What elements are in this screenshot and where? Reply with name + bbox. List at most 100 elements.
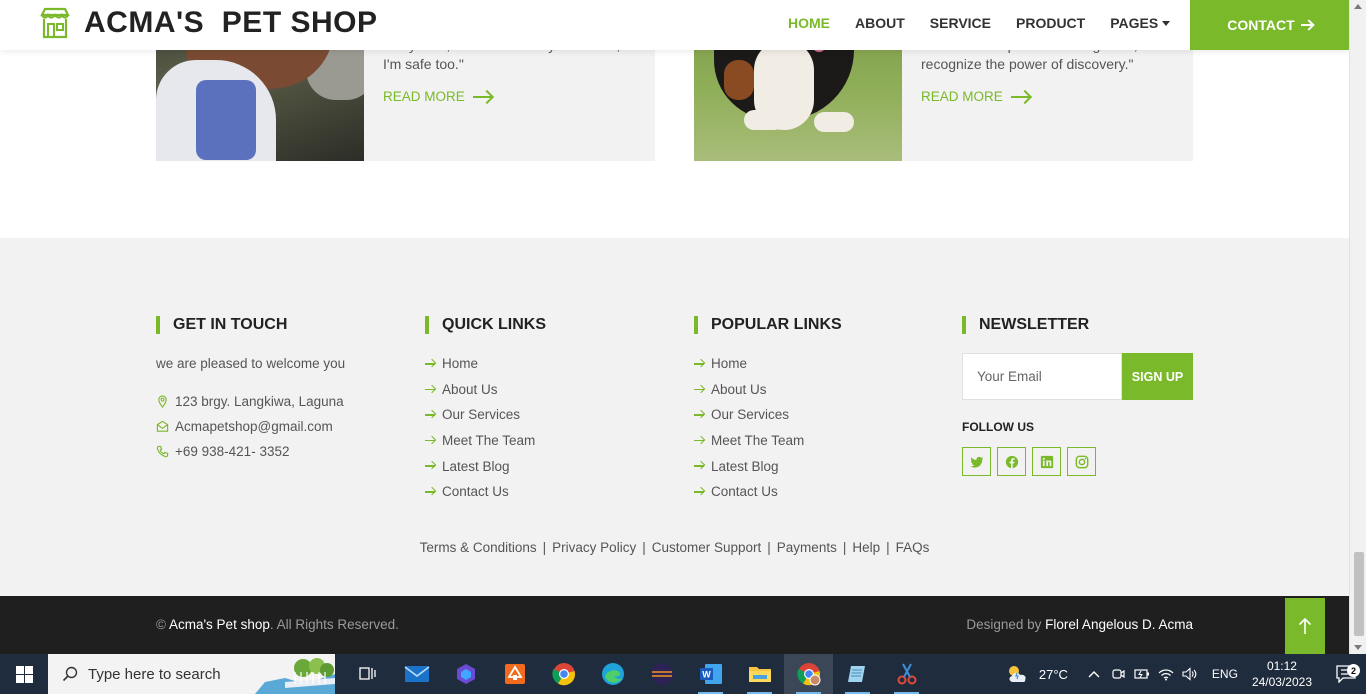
site-footer: GET IN TOUCH we are pleased to welcome y… [0, 238, 1349, 596]
browser-viewport: "Stay safe, because when you're safe, I'… [0, 0, 1349, 654]
copilot-app[interactable] [441, 654, 490, 694]
chrome-profile-app[interactable] [784, 654, 833, 694]
rights-text: . All Rights Reserved. [269, 617, 399, 632]
payments-link[interactable]: Payments [777, 540, 837, 555]
snipping-tool-app[interactable] [882, 654, 931, 694]
arrow-right-icon [694, 388, 704, 391]
sign-up-button[interactable]: SIGN UP [1122, 353, 1193, 400]
facebook-link[interactable] [997, 447, 1026, 476]
support-link[interactable]: Customer Support [652, 540, 762, 555]
footer-email[interactable]: Acmapetshop@gmail.com [156, 418, 396, 435]
phone-icon [156, 445, 169, 458]
designed-by-label: Designed by [966, 617, 1042, 632]
instagram-link[interactable] [1067, 447, 1096, 476]
designer-link[interactable]: Florel Angelous D. Acma [1045, 617, 1193, 632]
link-label: Contact Us [442, 484, 509, 500]
help-link[interactable]: Help [852, 540, 880, 555]
search-highlight-icon [255, 658, 335, 694]
wifi-icon [1158, 669, 1174, 681]
twitter-link[interactable] [962, 447, 991, 476]
quick-link-services[interactable]: Our Services [425, 406, 665, 424]
search-placeholder: Type here to search [88, 665, 221, 683]
show-hidden-icons-button[interactable] [1082, 670, 1106, 678]
popular-link-blog[interactable]: Latest Blog [694, 457, 934, 475]
popular-link-home[interactable]: Home [694, 355, 934, 373]
arrow-up-icon [1298, 617, 1312, 634]
eclipse-icon [650, 663, 673, 685]
weather-partly-cloudy-icon [1008, 666, 1026, 682]
start-button[interactable] [0, 654, 48, 694]
nav-about[interactable]: ABOUT [855, 15, 905, 31]
copyright-bar: © Acma's Pet shop. All Rights Reserved. … [0, 596, 1349, 654]
nav-pages-dropdown[interactable]: PAGES [1110, 15, 1171, 31]
eclipse-app[interactable] [637, 654, 686, 694]
link-label: Home [442, 356, 479, 372]
weather-widget[interactable]: 27°C [1005, 662, 1068, 686]
volume-button[interactable] [1178, 667, 1202, 681]
chrome-icon [551, 663, 575, 686]
site-logo[interactable]: ACMA'S PET SHOP [38, 6, 378, 40]
battery-button[interactable] [1130, 668, 1154, 680]
search-icon [62, 666, 78, 682]
battery-charging-icon [1134, 669, 1149, 679]
nav-service[interactable]: SERVICE [930, 15, 991, 31]
action-center-button[interactable]: 2 [1326, 664, 1366, 683]
scroll-down-icon[interactable] [1354, 645, 1362, 650]
quick-link-contact[interactable]: Contact Us [425, 483, 665, 501]
privacy-link[interactable]: Privacy Policy [552, 540, 636, 555]
copyright-symbol: © [156, 617, 166, 632]
chrome-app[interactable] [539, 654, 588, 694]
quick-link-about[interactable]: About Us [425, 381, 665, 399]
taskbar-search[interactable]: Type here to search [48, 654, 335, 694]
scroll-up-icon[interactable] [1354, 4, 1362, 9]
legal-links: Terms & Conditions | Privacy Policy | Custom… [0, 540, 1349, 555]
notepad-icon [847, 666, 865, 682]
network-button[interactable] [1154, 667, 1178, 681]
footer-address: 123 brgy. Langkiwa, Laguna [156, 393, 396, 410]
windows-logo-icon [15, 665, 33, 683]
arrow-right-icon [425, 363, 435, 365]
contact-button[interactable]: CONTACT [1190, 0, 1349, 50]
arrow-right-icon [472, 95, 491, 98]
twitter-icon [969, 456, 983, 468]
copyright-brand-link[interactable]: Acma's Pet shop [169, 617, 270, 632]
read-more-link[interactable]: READ MORE [921, 89, 1029, 104]
terms-link[interactable]: Terms & Conditions [420, 540, 537, 555]
scrollbar-thumb[interactable] [1354, 552, 1364, 636]
mail-app[interactable] [392, 654, 441, 694]
notepad-app[interactable] [833, 654, 882, 694]
faqs-link[interactable]: FAQs [896, 540, 930, 555]
footer-phone[interactable]: +69 938-421- 3352 [156, 443, 396, 460]
quick-link-home[interactable]: Home [425, 355, 665, 373]
popular-link-team[interactable]: Meet The Team [694, 432, 934, 450]
task-view-button[interactable] [343, 654, 392, 694]
office-app[interactable] [490, 654, 539, 694]
email-input[interactable] [962, 353, 1122, 400]
linkedin-link[interactable] [1032, 447, 1061, 476]
address-text: 123 brgy. Langkiwa, Laguna [175, 394, 344, 409]
language-indicator[interactable]: ENG [1212, 667, 1238, 681]
mail-icon [404, 666, 429, 682]
read-more-link[interactable]: READ MORE [383, 89, 491, 104]
folder-icon [748, 667, 771, 682]
popular-link-services[interactable]: Our Services [694, 406, 934, 424]
social-links [962, 447, 1193, 476]
arrow-right-icon [694, 491, 704, 493]
read-more-label: READ MORE [383, 89, 465, 104]
nav-product[interactable]: PRODUCT [1016, 15, 1085, 31]
system-clock[interactable]: 01:12 24/03/2023 [1252, 658, 1312, 690]
arrow-right-icon [694, 465, 704, 467]
quick-link-blog[interactable]: Latest Blog [425, 457, 665, 475]
edge-app[interactable] [588, 654, 637, 694]
back-to-top-button[interactable] [1285, 598, 1325, 654]
separator: | [842, 540, 847, 555]
popular-link-contact[interactable]: Contact Us [694, 483, 934, 501]
page-scrollbar[interactable] [1349, 0, 1366, 654]
popular-link-about[interactable]: About Us [694, 381, 934, 399]
task-view-icon [358, 667, 376, 680]
nav-home[interactable]: HOME [788, 15, 830, 31]
file-explorer-app[interactable] [735, 654, 784, 694]
meet-now-button[interactable] [1106, 667, 1130, 681]
word-app[interactable]: W [686, 654, 735, 694]
quick-link-team[interactable]: Meet The Team [425, 432, 665, 450]
